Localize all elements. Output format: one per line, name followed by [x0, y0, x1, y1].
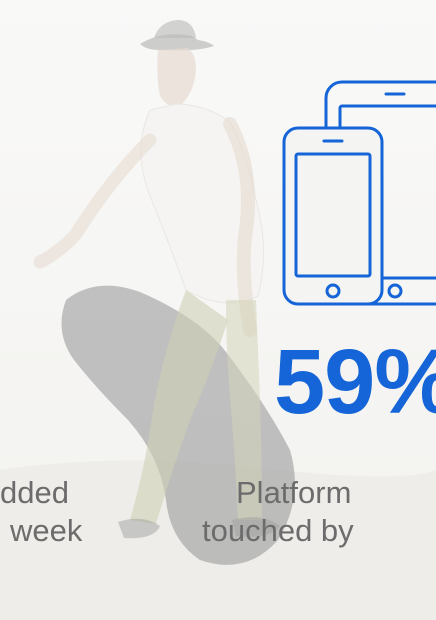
- stat-percentage: 59%: [274, 331, 436, 433]
- phone-tablet-icon: [282, 80, 436, 306]
- previous-stat-caption-line1: dded: [0, 475, 69, 510]
- stat-caption-line1: Platform: [236, 475, 352, 510]
- stat-caption-line2: touched by: [202, 513, 354, 548]
- previous-stat-caption-line2: week: [10, 513, 83, 548]
- infographic-slide: 59% dded week Platform touched by: [0, 0, 436, 620]
